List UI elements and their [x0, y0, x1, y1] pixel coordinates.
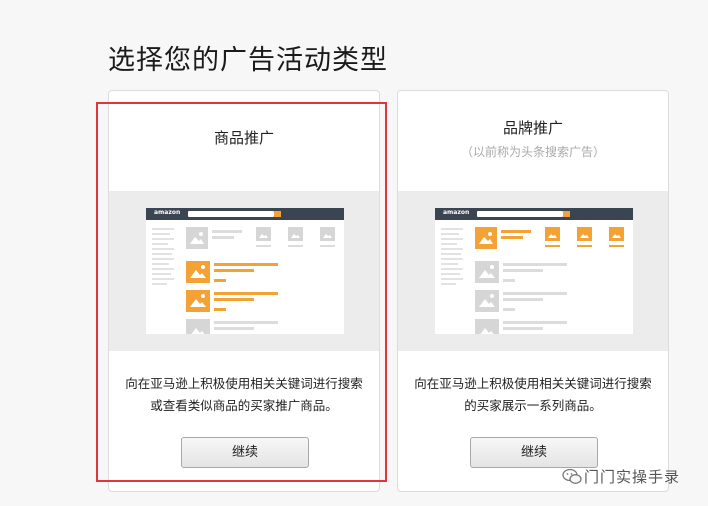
- product-thumb: [475, 261, 499, 283]
- mock-header-bar: amazon: [146, 208, 344, 220]
- mock-search-button: [563, 211, 570, 217]
- product-thumb: [186, 227, 208, 249]
- card-subtitle: （以前称为头条搜索广告）: [460, 145, 605, 159]
- preview-mockup: amazon: [146, 208, 344, 334]
- mock-search-box: [477, 211, 563, 217]
- card-description: 向在亚马逊上积极使用相关关键词进行搜索的买家展示一系列商品。: [414, 376, 652, 413]
- card-description: 向在亚马逊上积极使用相关关键词进行搜索或查看类似商品的买家推广商品。: [125, 376, 363, 413]
- continue-button-sponsored-products[interactable]: 继续: [181, 437, 309, 468]
- sponsored-product-thumb: [186, 290, 210, 312]
- campaign-card-sponsored-brands[interactable]: 品牌推广 （以前称为头条搜索广告） amazon 向在亚马逊上积极使用相关关键词…: [397, 90, 669, 492]
- preview-image-area: amazon: [109, 191, 379, 351]
- mock-search-box: [188, 211, 274, 217]
- product-thumb: [475, 319, 499, 334]
- product-thumb: [475, 290, 499, 312]
- mock-logo: amazon: [154, 209, 181, 216]
- card-title: 品牌推广: [502, 119, 563, 137]
- preview-image-area: amazon: [398, 191, 668, 351]
- card-title: 商品推广: [213, 129, 274, 147]
- mock-search-button: [274, 211, 281, 217]
- brand-logo-thumb: [475, 227, 497, 249]
- continue-button-sponsored-brands[interactable]: 继续: [470, 437, 598, 468]
- product-thumb: [320, 227, 335, 241]
- product-thumb: [186, 319, 210, 334]
- campaign-card-sponsored-products[interactable]: 商品推广 amazon 向在亚马逊上积极使用相关关键词进行搜索或查看类似商品的买…: [108, 90, 380, 492]
- mock-logo: amazon: [443, 209, 470, 216]
- sponsored-product-thumb: [186, 261, 210, 283]
- brand-product-thumb: [609, 227, 624, 241]
- product-thumb: [288, 227, 303, 241]
- page-title: 选择您的广告活动类型: [108, 45, 388, 76]
- brand-product-thumb: [577, 227, 592, 241]
- wechat-icon: [562, 468, 582, 486]
- preview-mockup: amazon: [435, 208, 633, 334]
- product-thumb: [256, 227, 271, 241]
- watermark-text: 门门实操手录: [584, 468, 681, 486]
- mock-header-bar: amazon: [435, 208, 633, 220]
- brand-product-thumb: [545, 227, 560, 241]
